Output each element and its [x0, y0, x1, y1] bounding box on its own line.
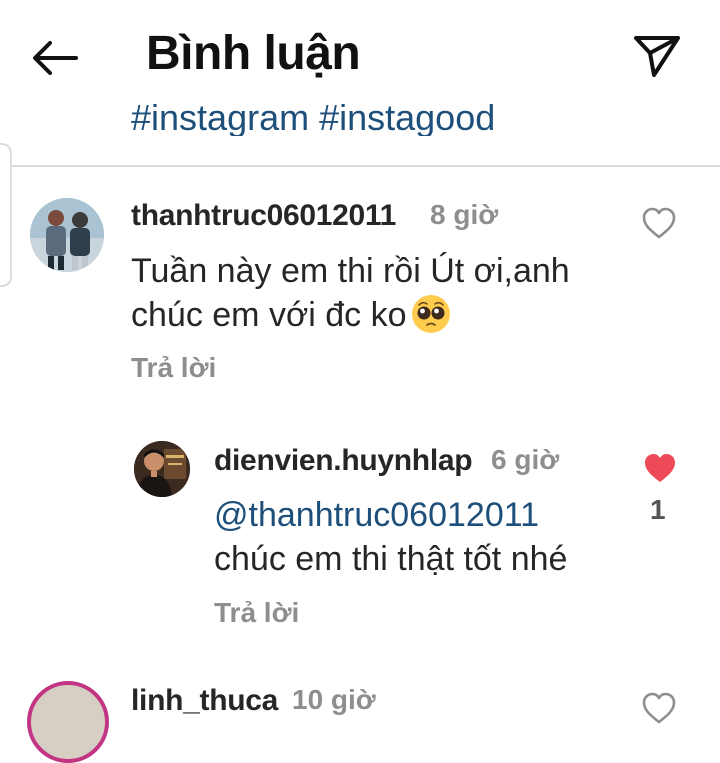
comment-username[interactable]: linh_thuca — [131, 684, 278, 718]
avatar[interactable] — [30, 198, 104, 272]
like-count[interactable]: 1 — [650, 494, 666, 526]
comment-body: chúc em thi thật tốt nhé — [214, 540, 568, 578]
comment-username[interactable]: thanhtruc06012011 — [131, 199, 396, 233]
like-button[interactable] — [640, 450, 680, 486]
mention-link[interactable]: @thanhtruc06012011 — [214, 496, 539, 534]
comment-body: Tuần này em thi rồi Út ơi,anh chúc em vớ… — [131, 252, 570, 334]
back-button[interactable] — [24, 30, 84, 86]
caption-hashtags[interactable]: #instagram #instagood — [131, 98, 495, 136]
edge-panel-handle[interactable] — [0, 143, 12, 287]
comment-time: 10 giờ — [292, 684, 376, 715]
page-title: Bình luận — [146, 27, 361, 80]
avatar[interactable] — [27, 681, 109, 763]
heart-filled-icon — [645, 454, 675, 482]
reply-button[interactable]: Trả lời — [214, 597, 299, 629]
back-arrow-icon — [33, 41, 78, 75]
heart-outline-icon — [642, 207, 676, 239]
pleading-face-emoji — [411, 295, 450, 333]
comment-text: @thanhtruc06012011 chúc em thi thật tốt n… — [214, 493, 634, 581]
heart-outline-icon — [642, 692, 676, 724]
like-button[interactable] — [640, 690, 678, 726]
send-button[interactable] — [628, 28, 686, 84]
like-button[interactable] — [640, 205, 678, 241]
divider — [0, 165, 720, 167]
comment-username[interactable]: dienvien.huynhlap — [214, 444, 473, 478]
comment-text: Tuần này em thi rồi Út ơi,anh chúc em vớ… — [131, 249, 631, 337]
reply-button[interactable]: Trả lời — [131, 352, 216, 384]
comment-time: 6 giờ — [491, 444, 560, 475]
comment-time: 8 giờ — [430, 199, 499, 230]
send-icon — [634, 36, 680, 77]
avatar[interactable] — [134, 441, 190, 497]
